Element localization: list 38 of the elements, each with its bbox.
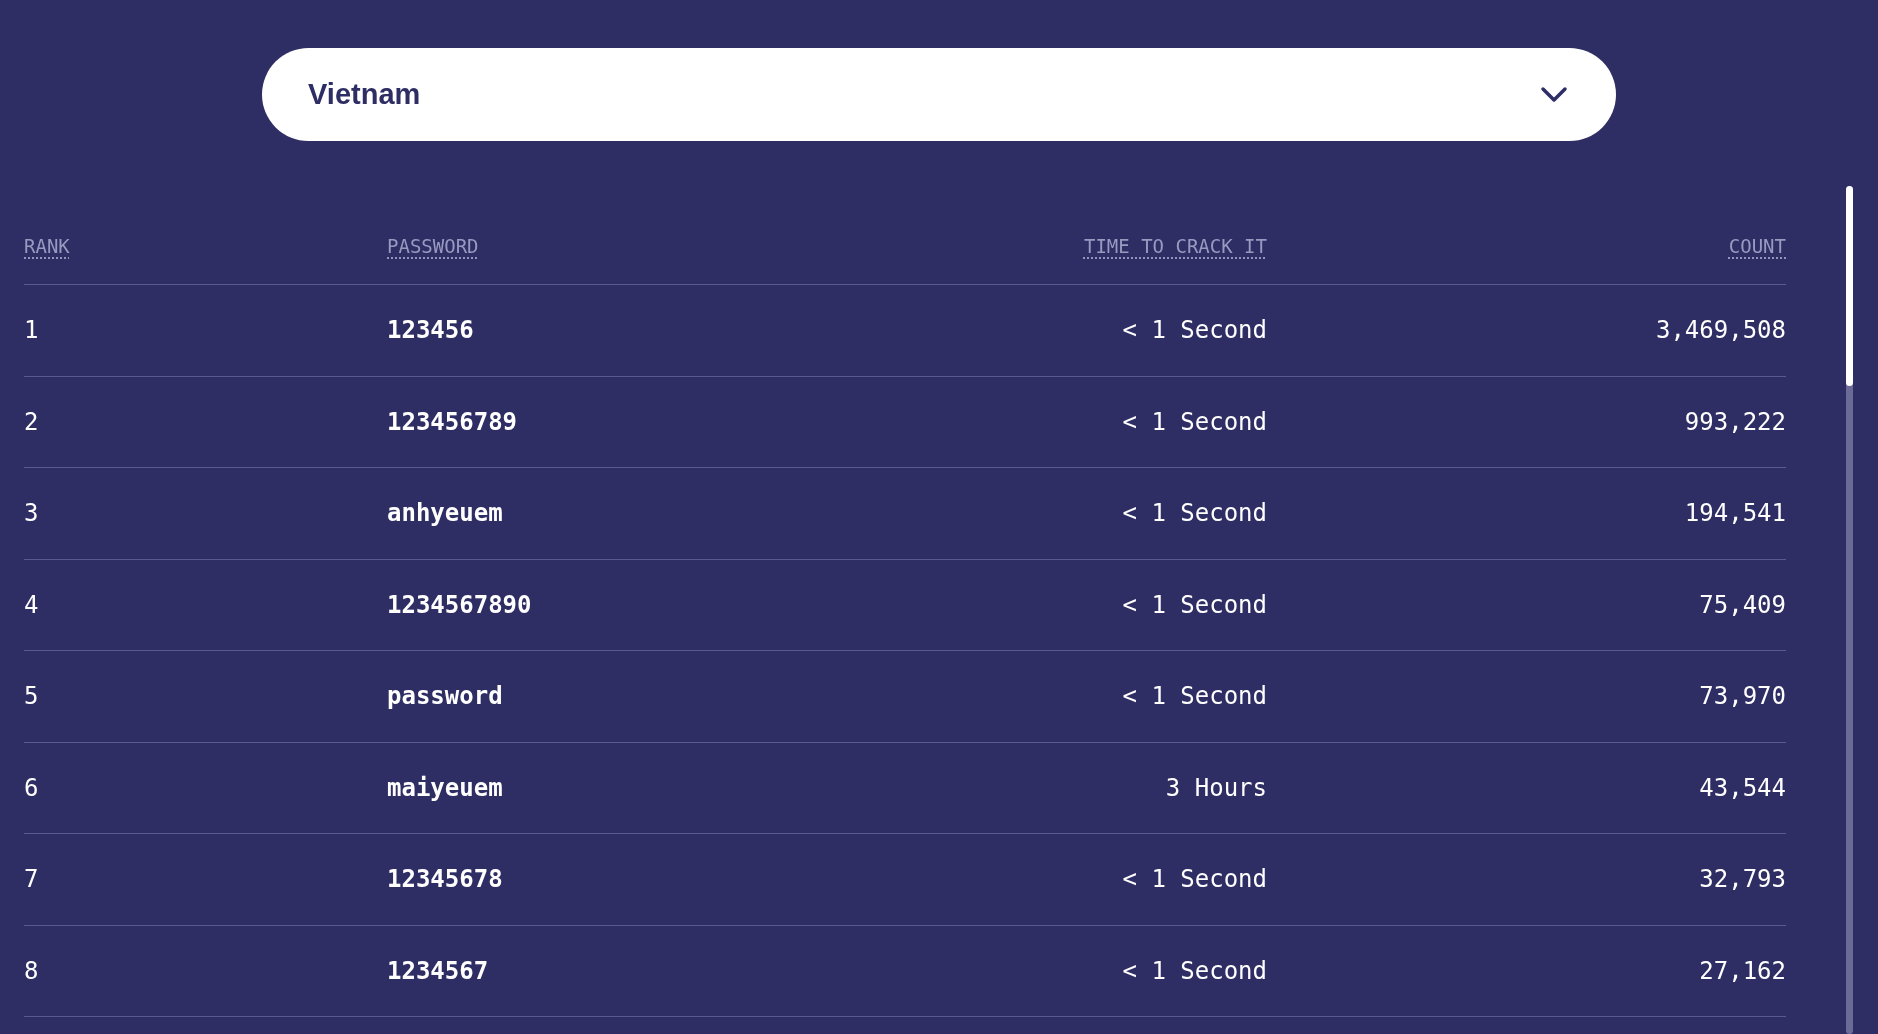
password-cell: maiyeuem (387, 773, 503, 802)
count-cell: 27,162 (1699, 956, 1786, 985)
password-cell: 1234567890 (387, 590, 532, 619)
count-cell: 993,222 (1684, 407, 1786, 436)
count-cell: 75,409 (1699, 590, 1786, 619)
rank-cell: 3 (24, 499, 39, 528)
time-to-crack-cell: < 1 Second (1122, 499, 1267, 528)
password-header: PASSWORD (387, 235, 479, 258)
time-to-crack-header: TIME TO CRACK IT (1083, 235, 1267, 258)
password-cell: anhyeuem (387, 499, 503, 528)
time-to-crack-cell: < 1 Second (1122, 316, 1267, 345)
count-cell: 3,469,508 (1655, 316, 1786, 345)
count-cell: 73,970 (1699, 682, 1786, 711)
rank-cell: 1 (24, 316, 39, 345)
rank-cell: 4 (24, 590, 39, 619)
count-cell: 32,793 (1699, 865, 1786, 894)
count-cell: 194,541 (1684, 499, 1786, 528)
password-cell: 1234567 (387, 956, 489, 985)
count-cell: 43,544 (1699, 773, 1786, 802)
rank-cell: 8 (24, 956, 39, 985)
time-to-crack-cell: < 1 Second (1122, 865, 1267, 894)
count-header: COUNT (1728, 235, 1786, 258)
password-cell: 123456 (387, 316, 474, 345)
password-cell: 123456789 (387, 407, 518, 436)
password-cell: 12345678 (387, 865, 503, 894)
time-to-crack-cell: < 1 Second (1122, 682, 1267, 711)
rank-cell: 2 (24, 407, 39, 436)
time-to-crack-cell: < 1 Second (1122, 590, 1267, 619)
time-to-crack-cell: < 1 Second (1122, 407, 1267, 436)
rank-header: RANK (24, 235, 70, 258)
password-cell: password (387, 682, 503, 711)
country-dropdown[interactable]: Vietnam (262, 48, 1616, 141)
rank-cell: 7 (24, 865, 39, 894)
time-to-crack-cell: 3 Hours (1165, 773, 1267, 802)
rank-cell: 6 (24, 773, 39, 802)
time-to-crack-cell: < 1 Second (1122, 956, 1267, 985)
selected-country: Vietnam (308, 76, 421, 112)
rank-cell: 5 (24, 682, 39, 711)
